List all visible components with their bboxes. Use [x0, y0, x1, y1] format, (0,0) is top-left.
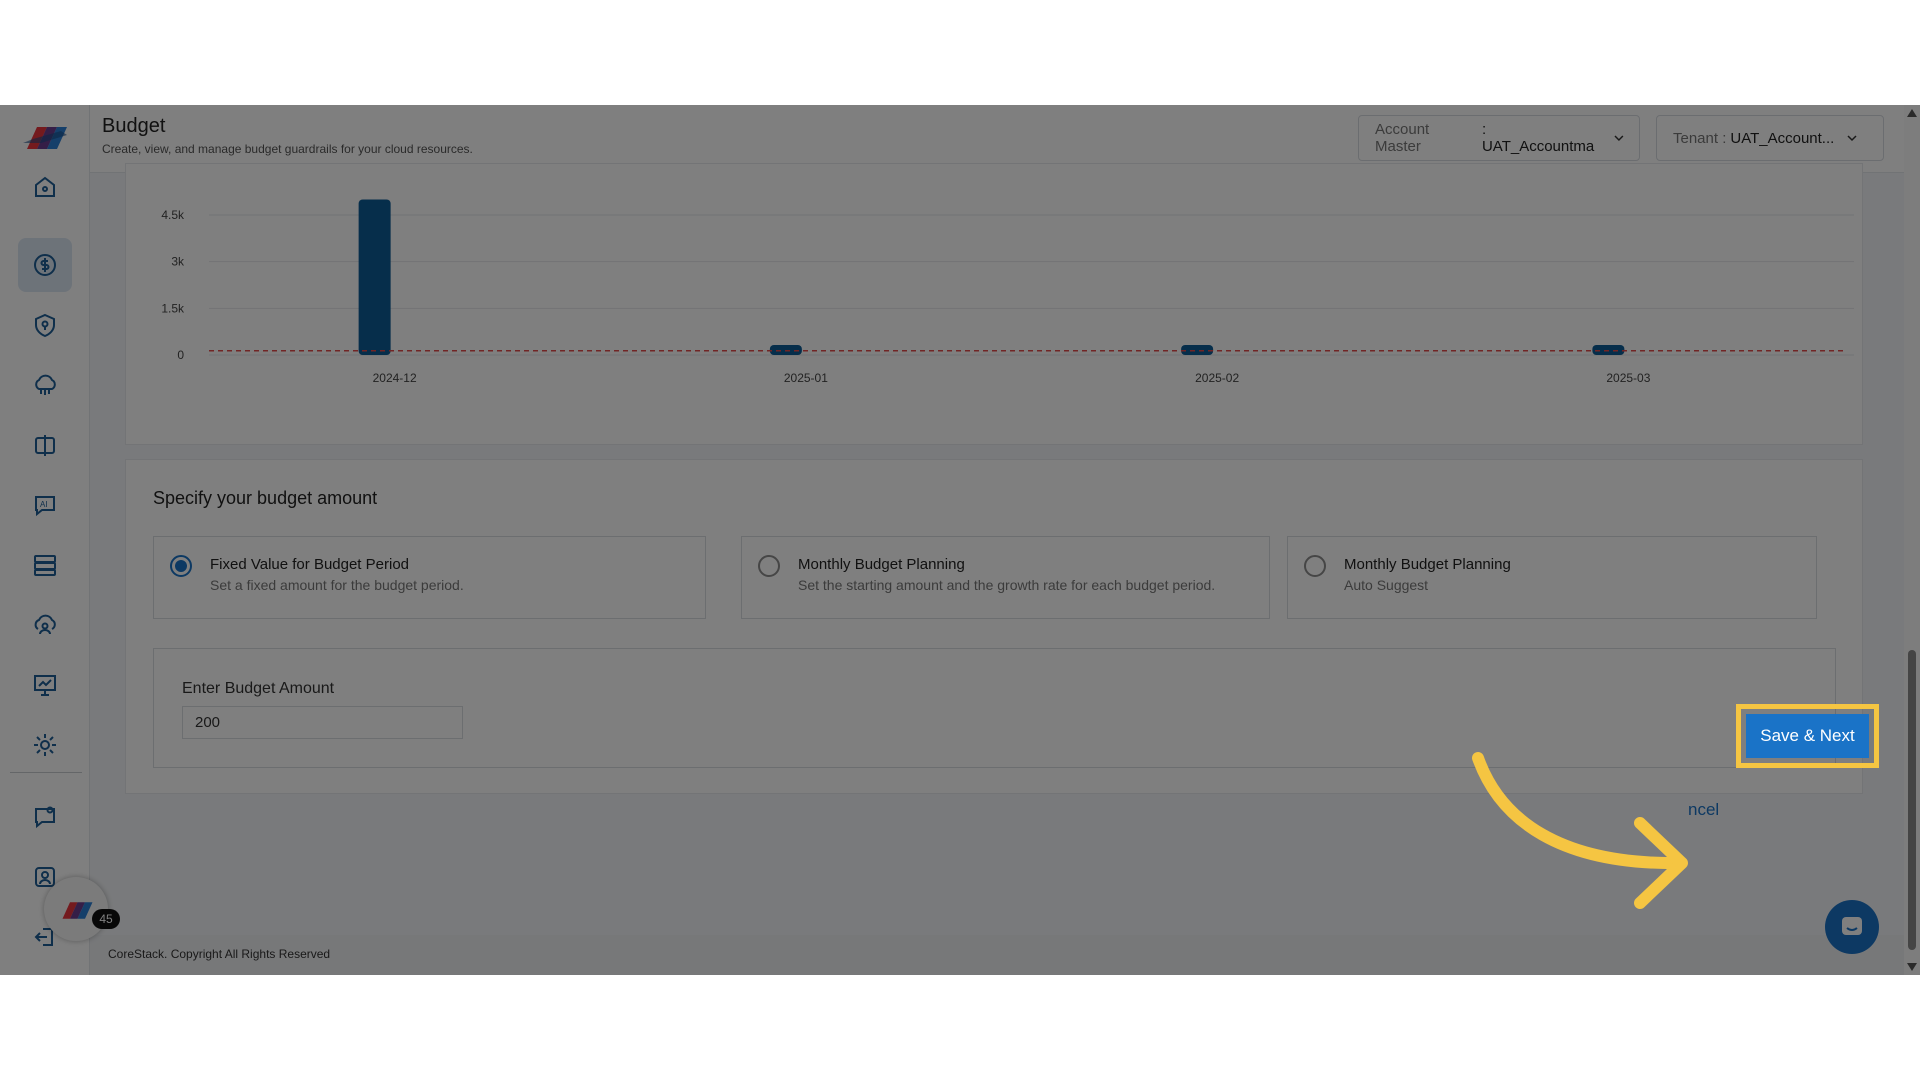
- option-monthly-auto-suggest[interactable]: Monthly Budget Planning Auto Suggest: [1287, 536, 1817, 619]
- server-icon: [34, 555, 56, 576]
- home-icon: [35, 176, 55, 197]
- scroll-thumb[interactable]: [1908, 650, 1916, 950]
- option-title: Monthly Budget Planning: [1344, 556, 1511, 573]
- gear-icon: [34, 734, 56, 756]
- tenant-dropdown[interactable]: Tenant : UAT_Account...: [1656, 115, 1884, 161]
- y-tick-label: 0: [177, 348, 184, 362]
- ai-chat-icon: AI: [35, 496, 55, 517]
- cloud-icon: [35, 374, 56, 395]
- save-next-button[interactable]: Save & Next: [1736, 704, 1879, 768]
- page-scrollbar[interactable]: [1904, 105, 1920, 975]
- cloud-user-icon: [34, 614, 56, 635]
- page-title: Budget: [102, 115, 166, 137]
- tenant-value: UAT_Account...: [1730, 129, 1835, 147]
- nav-support[interactable]: [18, 790, 72, 844]
- chat-launcher-button[interactable]: [1825, 900, 1879, 954]
- y-tick-label: 3k: [171, 255, 185, 269]
- x-tick-label: 2025-01: [784, 371, 828, 385]
- nav-home[interactable]: [18, 160, 72, 214]
- budget-amount-title: Specify your budget amount: [153, 488, 378, 508]
- account-master-dropdown[interactable]: Account Master : UAT_Accountma: [1358, 115, 1640, 161]
- corestack-logo-icon: [62, 902, 93, 919]
- radio-fixed-value[interactable]: [170, 555, 192, 577]
- nav-cloud[interactable]: [18, 358, 72, 412]
- budget-amount-label: Enter Budget Amount: [182, 680, 335, 697]
- account-master-value: : UAT_Accountma: [1481, 121, 1595, 155]
- option-monthly-planning[interactable]: Monthly Budget Planning Set the starting…: [741, 536, 1270, 619]
- radio-monthly-planning[interactable]: [758, 555, 780, 577]
- budget-amount-input[interactable]: [182, 706, 463, 739]
- svg-text:AI: AI: [40, 500, 48, 509]
- x-tick-label: 2024-12: [373, 371, 417, 385]
- footer: CoreStack. Copyright All Rights Reserved: [90, 935, 1920, 975]
- compare-icon: [35, 435, 55, 456]
- dollar-icon: [34, 254, 56, 276]
- chevron-down-icon: [1847, 135, 1857, 142]
- option-title: Fixed Value for Budget Period: [210, 556, 410, 573]
- chat-icon: [1842, 917, 1862, 935]
- presentation-chart-icon: [34, 675, 56, 696]
- chart-bar[interactable]: [358, 199, 391, 355]
- chevron-down-icon: [1614, 135, 1624, 142]
- nav-server[interactable]: [18, 538, 72, 592]
- scroll-up-icon[interactable]: [1907, 109, 1917, 117]
- nav-cloud-user[interactable]: [18, 598, 72, 652]
- tenant-label: Tenant :: [1673, 129, 1727, 147]
- option-description: Set a fixed amount for the budget period…: [210, 577, 464, 593]
- account-master-label: Account Master: [1375, 121, 1430, 155]
- sidebar: AI: [0, 105, 90, 975]
- nav-reports[interactable]: [18, 658, 72, 712]
- budget-amount-card: Specify your budget amount Fixed Value f…: [125, 459, 1863, 794]
- tutorial-arrow-icon: [1472, 752, 1688, 909]
- sidebar-divider: [10, 772, 82, 773]
- budget-chart: 0 1.5k 3k 4.5k 2024-12 2025-01 2025-02 2025-03: [161, 199, 1854, 385]
- x-tick-label: 2025-03: [1606, 371, 1650, 385]
- budget-chart-card: 0 1.5k 3k 4.5k 2024-12 2025-01 2025-02 2025-03: [125, 163, 1863, 445]
- scroll-down-icon[interactable]: [1907, 963, 1917, 971]
- corestack-logo[interactable]: [21, 121, 69, 151]
- chart-bar[interactable]: [769, 345, 802, 355]
- option-description: Set the starting amount and the growth r…: [798, 577, 1216, 593]
- radio-monthly-auto-suggest[interactable]: [1304, 555, 1326, 577]
- option-title: Monthly Budget Planning: [798, 556, 965, 573]
- chart-bar[interactable]: [1181, 345, 1214, 355]
- copyright-text: CoreStack. Copyright All Rights Reserved: [108, 947, 331, 961]
- nav-ai[interactable]: AI: [18, 478, 72, 532]
- x-tick-label: 2025-02: [1195, 371, 1239, 385]
- y-tick-label: 1.5k: [161, 301, 185, 315]
- chat-question-icon: [35, 806, 55, 829]
- nav-settings[interactable]: [18, 718, 72, 772]
- notification-badge: 45: [92, 909, 120, 929]
- nav-compare[interactable]: [18, 418, 72, 472]
- shield-icon: [35, 313, 55, 338]
- option-fixed-value[interactable]: Fixed Value for Budget Period Set a fixe…: [153, 536, 706, 619]
- chart-bar[interactable]: [1592, 345, 1625, 355]
- option-description: Auto Suggest: [1344, 577, 1429, 593]
- nav-budget[interactable]: [18, 238, 72, 292]
- nav-security[interactable]: [18, 298, 72, 352]
- page-subtitle: Create, view, and manage budget guardrai…: [102, 142, 473, 156]
- y-tick-label: 4.5k: [161, 208, 185, 222]
